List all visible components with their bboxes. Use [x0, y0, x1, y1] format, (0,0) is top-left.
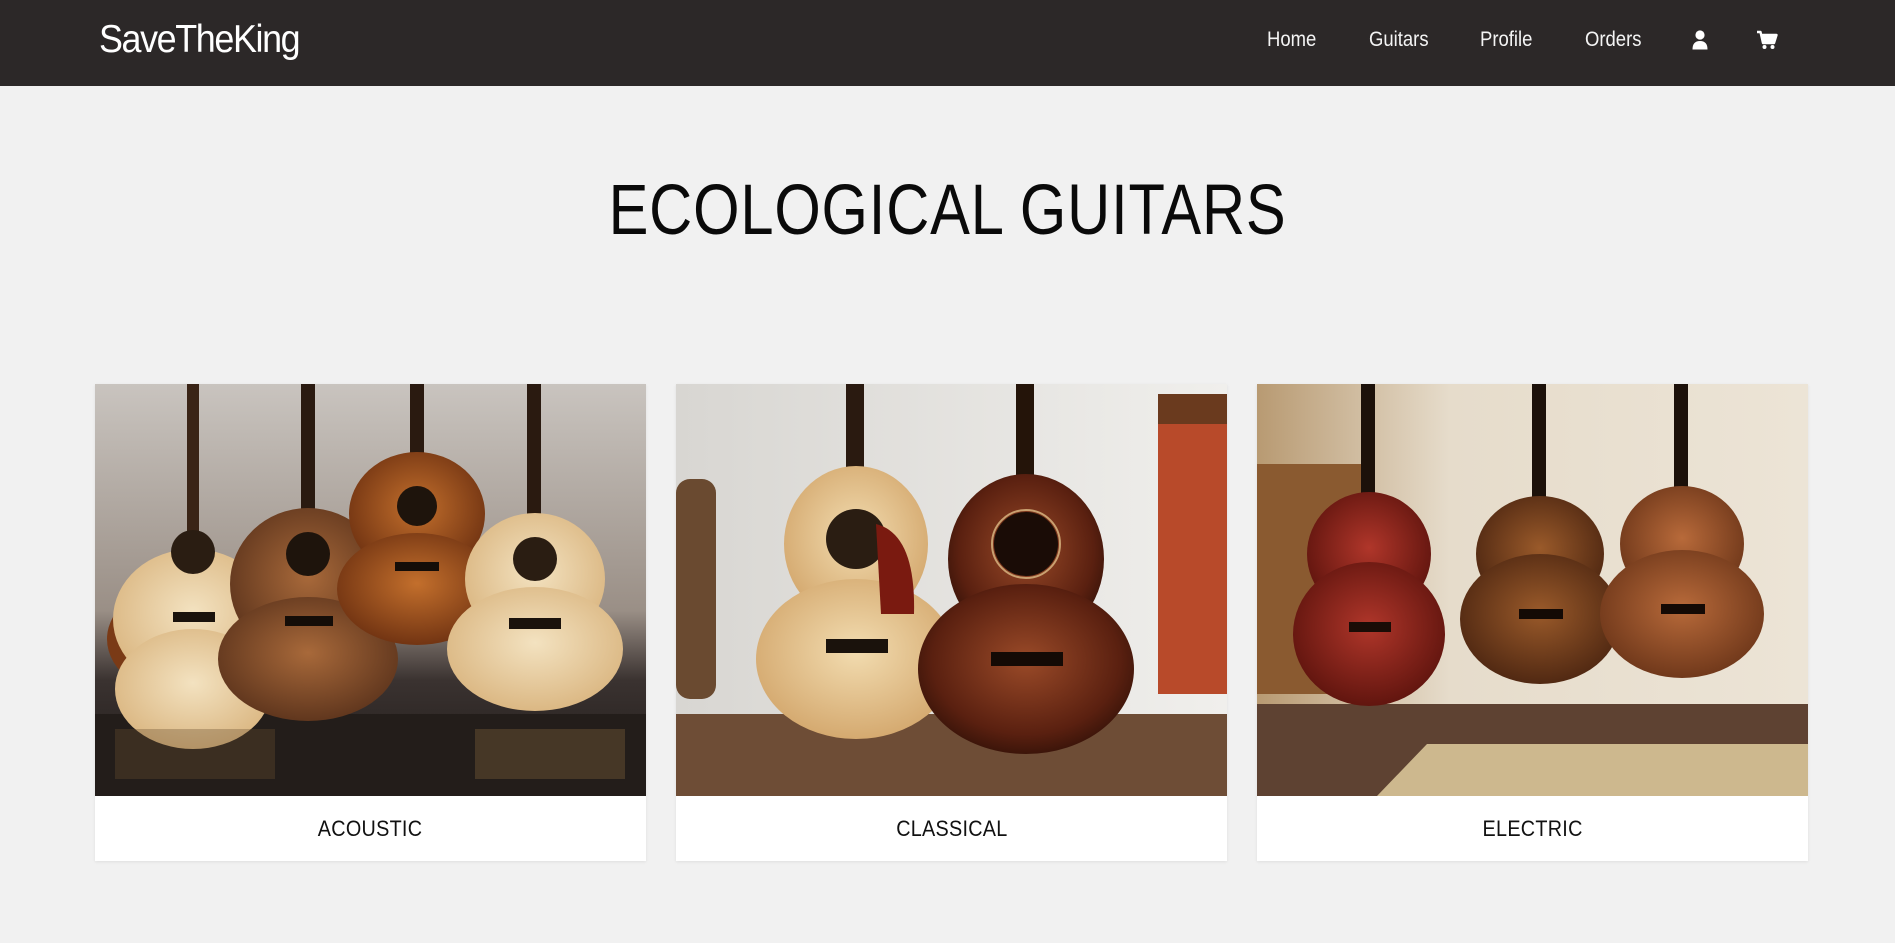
- nav-link-profile[interactable]: Profile: [1480, 28, 1532, 52]
- electric-guitars-image: [1257, 384, 1808, 796]
- nav-link-orders[interactable]: Orders: [1585, 28, 1641, 52]
- cart-icon[interactable]: [1756, 28, 1778, 52]
- user-icon[interactable]: [1689, 28, 1711, 52]
- category-card-classical[interactable]: CLASSICAL: [676, 384, 1227, 861]
- top-navbar: SaveTheKing Home Guitars Profile Orders: [0, 0, 1895, 86]
- page-title: ECOLOGICAL GUITARS: [0, 170, 1895, 251]
- category-label-classical: CLASSICAL: [676, 796, 1227, 861]
- category-label-acoustic: ACOUSTIC: [95, 796, 646, 861]
- classical-guitars-image: [676, 384, 1227, 796]
- nav-link-guitars[interactable]: Guitars: [1369, 28, 1429, 52]
- category-label-classical-text: CLASSICAL: [895, 815, 1008, 841]
- category-card-acoustic[interactable]: ACOUSTIC: [95, 384, 646, 861]
- category-label-acoustic-text: ACOUSTIC: [318, 815, 423, 841]
- brand-logo-link[interactable]: SaveTheKing: [99, 18, 301, 62]
- category-label-electric-text: ELECTRIC: [1482, 815, 1583, 841]
- category-card-electric[interactable]: ELECTRIC: [1257, 384, 1808, 861]
- nav-link-home[interactable]: Home: [1267, 28, 1316, 52]
- category-label-electric: ELECTRIC: [1257, 796, 1808, 861]
- page-title-text: ECOLOGICAL GUITARS: [608, 171, 1287, 250]
- acoustic-guitars-image: [95, 384, 646, 796]
